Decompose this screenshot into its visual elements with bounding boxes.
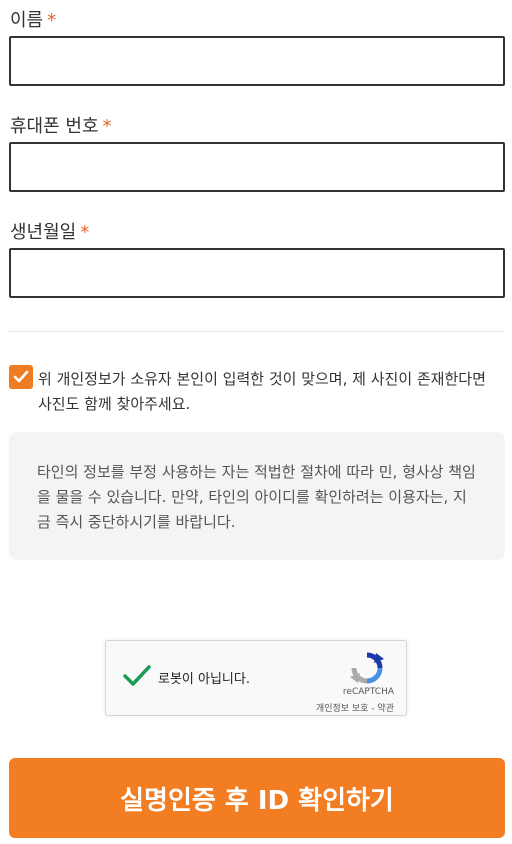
- name-label: 이름 *: [10, 6, 56, 32]
- name-input[interactable]: [9, 36, 505, 86]
- green-checkmark-icon: [123, 665, 151, 686]
- required-mark: *: [102, 116, 112, 137]
- notice-text: 타인의 정보를 부정 사용하는 자는 적법한 절차에 따라 민, 형사상 책임을…: [37, 463, 476, 531]
- consent-text: 위 개인정보가 소유자 본인이 입력한 것이 맞으며, 제 사진이 존재한다면 …: [38, 370, 486, 413]
- divider: [9, 331, 505, 332]
- recaptcha-privacy-terms-link[interactable]: 개인정보 보호 - 약관: [316, 701, 394, 714]
- warning-notice: 타인의 정보를 부정 사용하는 자는 적법한 절차에 따라 민, 형사상 책임을…: [9, 432, 505, 560]
- birthdate-label-text: 생년월일: [10, 222, 77, 243]
- required-mark: *: [47, 10, 57, 31]
- name-label-text: 이름: [10, 10, 44, 31]
- phone-input[interactable]: [9, 142, 505, 192]
- recaptcha-logo-icon: [350, 651, 384, 689]
- required-mark: *: [80, 222, 90, 243]
- recaptcha-widget: 로봇이 아닙니다. reCAPTCHA 개인정보 보호 - 약관: [105, 640, 407, 716]
- recaptcha-brand: reCAPTCHA: [342, 687, 394, 697]
- recaptcha-label: 로봇이 아닙니다.: [158, 672, 250, 687]
- phone-label-text: 휴대폰 번호: [10, 116, 99, 137]
- verify-and-find-id-button[interactable]: 실명인증 후 ID 확인하기: [9, 758, 505, 838]
- consent-checkbox[interactable]: [9, 365, 33, 389]
- recaptcha-checkbox[interactable]: [122, 663, 152, 693]
- birthdate-input[interactable]: [9, 248, 505, 298]
- checkmark-icon: [13, 370, 29, 383]
- birthdate-label: 생년월일 *: [10, 218, 89, 244]
- phone-label: 휴대폰 번호 *: [10, 112, 112, 138]
